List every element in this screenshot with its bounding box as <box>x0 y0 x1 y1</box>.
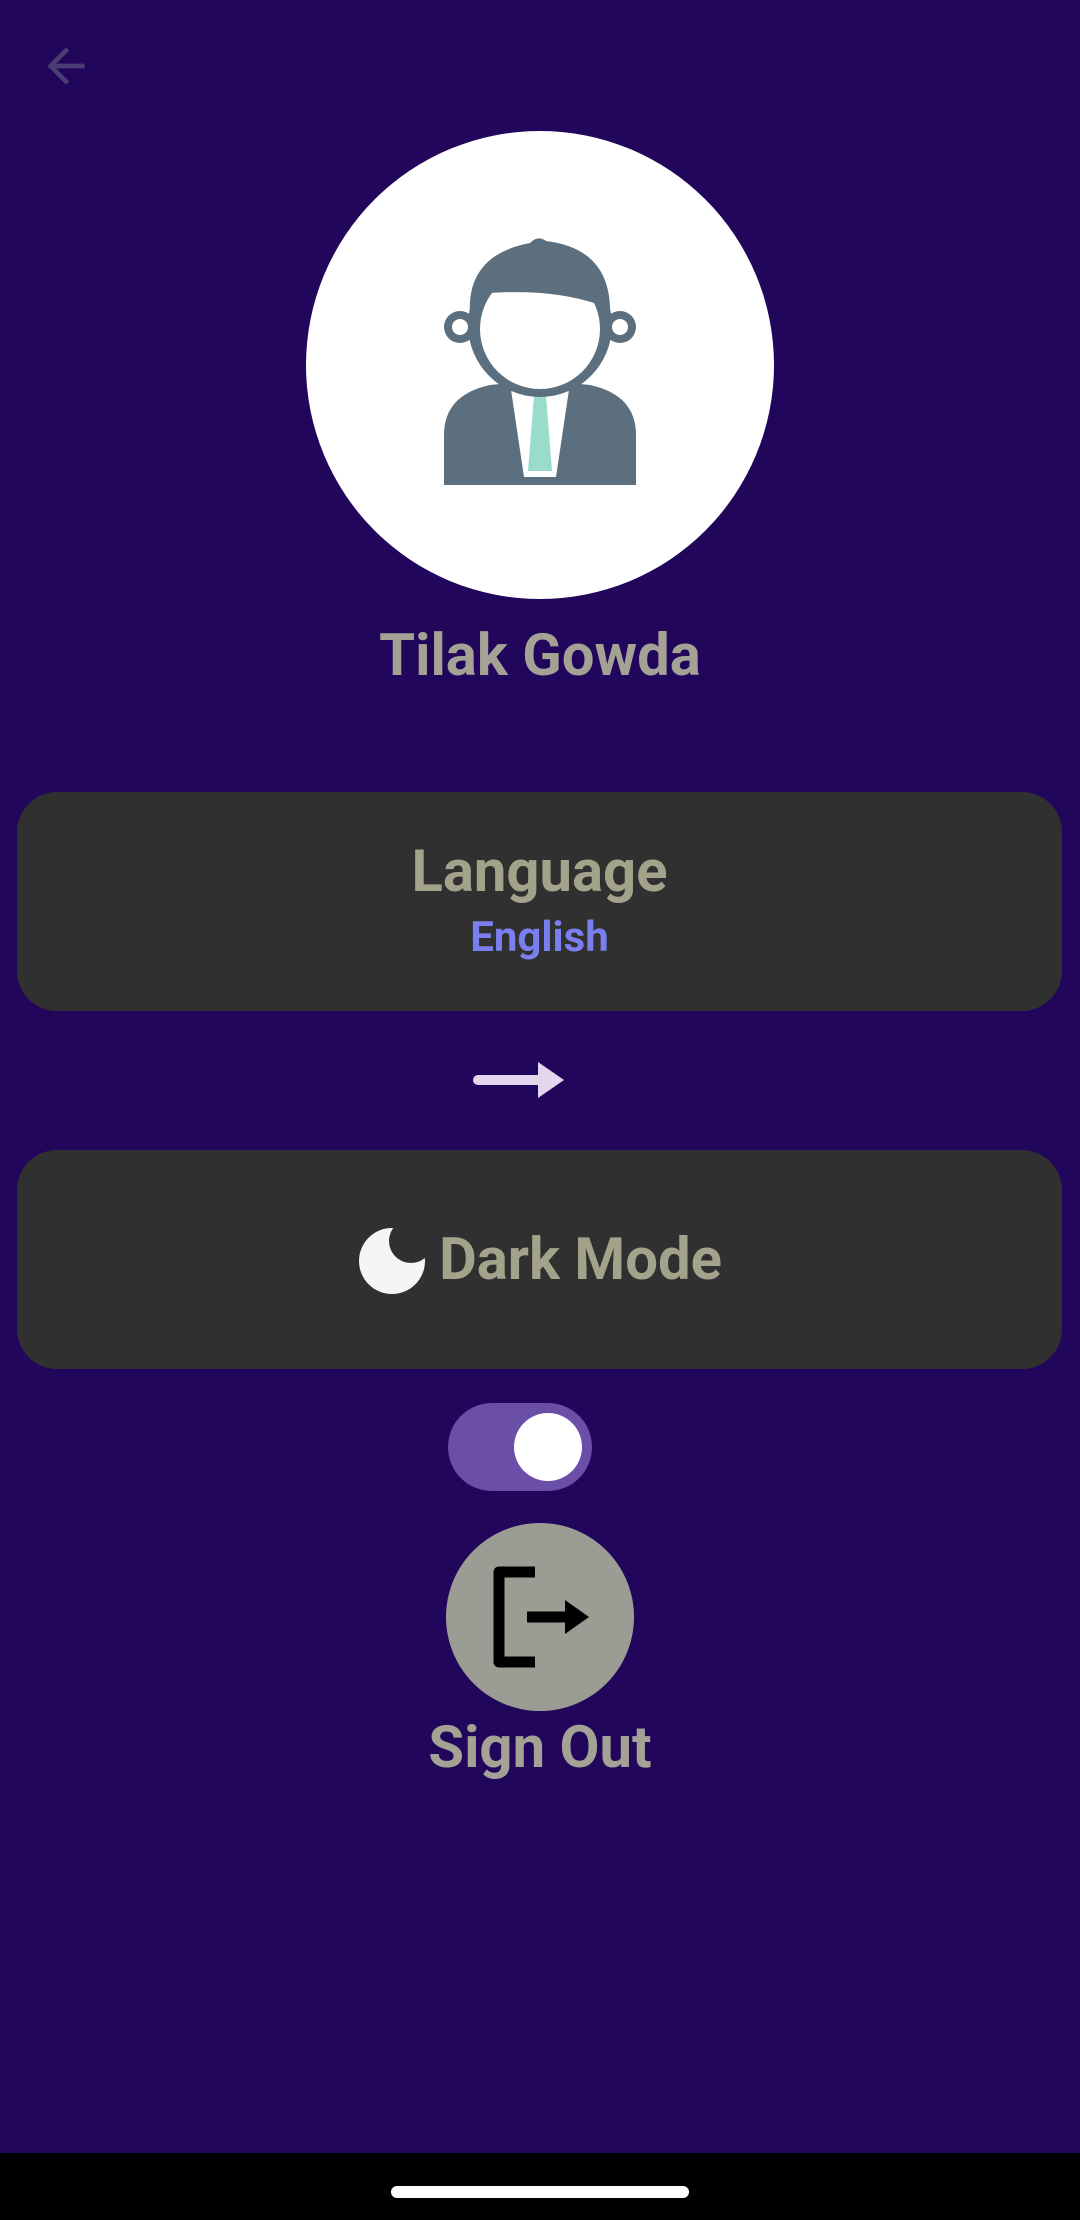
logout-icon <box>493 1566 589 1668</box>
settings-screen: Tilak Gowda Language English Dark Mode S… <box>0 0 1080 2153</box>
sign-out-label[interactable]: Sign Out <box>0 1710 1080 1786</box>
avatar <box>306 131 774 599</box>
user-name: Tilak Gowda <box>379 622 701 690</box>
arrow-left-icon <box>47 47 85 85</box>
back-button[interactable] <box>30 30 102 102</box>
language-title: Language <box>411 838 668 906</box>
businessman-avatar-icon <box>444 238 636 485</box>
navigation-bar <box>0 2153 1080 2220</box>
dark-mode-card[interactable]: Dark Mode <box>17 1150 1062 1369</box>
toggle-knob <box>514 1413 582 1481</box>
language-value: English <box>470 913 609 962</box>
dark-mode-title: Dark Mode <box>439 1226 722 1294</box>
sign-out-button[interactable] <box>446 1523 634 1711</box>
language-card[interactable]: Language English <box>17 792 1062 1011</box>
dark-mode-row: Dark Mode <box>17 1220 1062 1300</box>
home-gesture-handle[interactable] <box>391 2186 689 2198</box>
arrow-right-icon <box>473 1062 564 1098</box>
moon-icon <box>357 1225 428 1295</box>
dark-mode-toggle[interactable] <box>448 1403 592 1491</box>
